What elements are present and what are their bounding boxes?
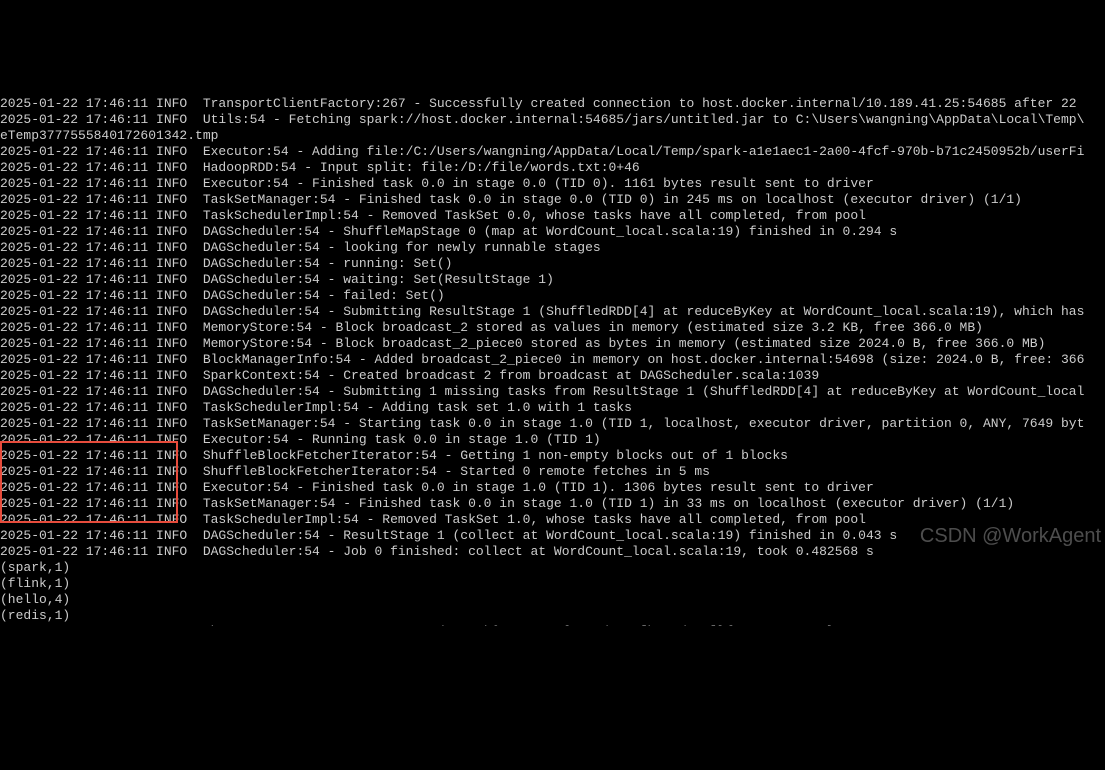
log-line: (hello,4) [0, 592, 1105, 608]
log-line: 2025-01-22 17:46:11 INFO HadoopRDD:54 - … [0, 160, 1105, 176]
log-line: 2025-01-22 17:46:11 INFO DAGScheduler:54… [0, 272, 1105, 288]
log-line: 2025-01-22 17:46:11 INFO BlockManagerInf… [0, 352, 1105, 368]
log-line: 2025-01-22 17:46:11 INFO TaskSchedulerIm… [0, 400, 1105, 416]
log-line: (flink,1) [0, 576, 1105, 592]
watermark-text: CSDN @WorkAgent [920, 528, 1101, 544]
log-line: 2025-01-22 17:46:11 INFO Executor:54 - R… [0, 432, 1105, 448]
log-line: 2025-01-22 17:46:11 INFO DAGScheduler:54… [0, 304, 1105, 320]
log-line: 2025-01-22 17:46:11 INFO MemoryStore:54 … [0, 336, 1105, 352]
log-line: 2025-01-22 17:46:11 INFO TaskSchedulerIm… [0, 208, 1105, 224]
log-line: 2025-01-22 17:46:11 INFO Utils:54 - Fetc… [0, 112, 1105, 128]
log-line: 2025-01-22 17:46:11 INFO DAGScheduler:54… [0, 288, 1105, 304]
log-line: (redis,1) [0, 608, 1105, 624]
log-line: 2025-01-22 17:46:11 INFO ShuffleBlockFet… [0, 464, 1105, 480]
log-line: 2025-01-22 17:46:11 INFO Executor:54 - A… [0, 144, 1105, 160]
log-line: 2025-01-22 17:46:11 INFO DAGScheduler:54… [0, 224, 1105, 240]
log-line: 2025-01-22 17:46:11 INFO TaskSetManager:… [0, 192, 1105, 208]
log-line: 2025-01-22 17:46:11 INFO AbstractConnect… [0, 624, 1105, 626]
log-line: 2025-01-22 17:46:11 INFO DAGScheduler:54… [0, 384, 1105, 400]
log-line: 2025-01-22 17:46:11 INFO MemoryStore:54 … [0, 320, 1105, 336]
log-line: eTemp3777555840172601342.tmp [0, 128, 1105, 144]
log-line: 2025-01-22 17:46:11 INFO SparkContext:54… [0, 368, 1105, 384]
log-line: 2025-01-22 17:46:11 INFO TransportClient… [0, 96, 1105, 112]
log-line: 2025-01-22 17:46:11 INFO Executor:54 - F… [0, 176, 1105, 192]
log-line: 2025-01-22 17:46:11 INFO DAGScheduler:54… [0, 240, 1105, 256]
log-line: (spark,1) [0, 560, 1105, 576]
log-line: 2025-01-22 17:46:11 INFO TaskSetManager:… [0, 416, 1105, 432]
log-line: 2025-01-22 17:46:11 INFO DAGScheduler:54… [0, 256, 1105, 272]
log-line: 2025-01-22 17:46:11 INFO ShuffleBlockFet… [0, 448, 1105, 464]
log-line: 2025-01-22 17:46:11 INFO TaskSetManager:… [0, 496, 1105, 512]
log-line: 2025-01-22 17:46:11 INFO Executor:54 - F… [0, 480, 1105, 496]
